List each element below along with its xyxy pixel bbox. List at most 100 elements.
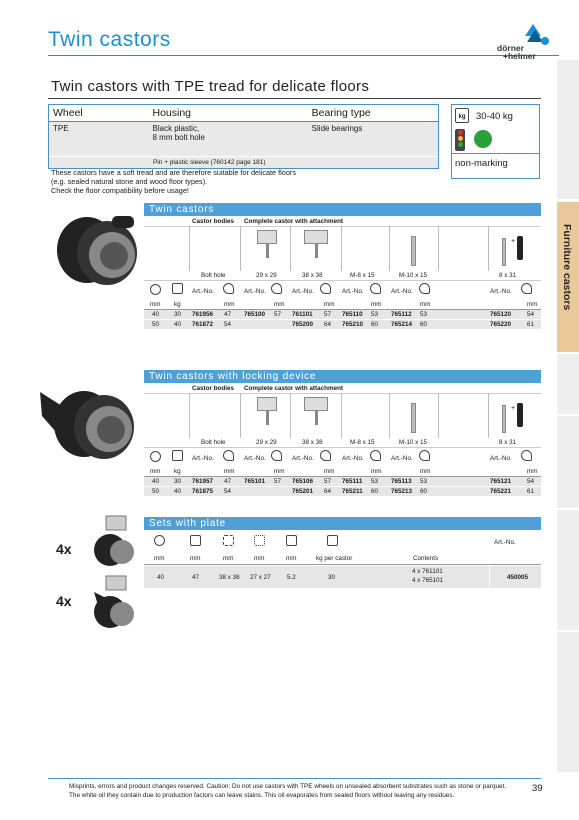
table-cell: 765111 (342, 478, 363, 485)
artno-label: Art.-No. (490, 455, 512, 462)
description: These castors have a soft tread and are … (51, 168, 296, 195)
page-number: 39 (532, 783, 543, 794)
cell-bearing: Slide bearings (311, 124, 363, 133)
load-icon (327, 535, 338, 546)
thread-stem-icon (411, 403, 416, 433)
table-cell: 765201 (292, 488, 314, 495)
cell-housing-1: Black plastic, (152, 124, 200, 133)
eco-floor-icon (474, 130, 492, 148)
table-cell: 57 (324, 478, 332, 485)
height-icon (419, 450, 430, 461)
complete-label: Complete castor with attachment (244, 218, 344, 225)
artno-label: Art.-No. (292, 288, 314, 295)
hole-pattern-icon (254, 535, 265, 546)
table-cell: 761875 (192, 488, 214, 495)
table-cell: 765220 (490, 321, 512, 328)
table-cell: 57 (274, 311, 282, 318)
table-cell: 53 (420, 478, 428, 485)
artno-label: Art.-No. (391, 288, 413, 295)
table-cell: 765121 (490, 478, 512, 485)
page-title: Twin castors (48, 28, 171, 51)
col-head: M-10 x 15 (399, 272, 427, 279)
table-cell: 40 (174, 488, 182, 495)
section-title: Twin castors (144, 203, 541, 216)
col-head: M-10 x 15 (399, 439, 427, 446)
table-cell: 60 (371, 321, 379, 328)
height-icon (419, 283, 430, 294)
sleeve-icon (517, 403, 523, 427)
sets-row (144, 566, 541, 588)
height-icon (223, 450, 234, 461)
side-tab-blank-5 (557, 632, 579, 772)
brand-logo: dörner +helmer (495, 22, 553, 60)
set-castor-image-1 (94, 515, 134, 566)
table-cell: 765213 (391, 488, 413, 495)
sleeve-icon (517, 236, 523, 260)
table-cell: 761956 (192, 311, 214, 318)
table-cell: 64 (324, 488, 332, 495)
table-cell: 765110 (342, 311, 363, 318)
bodies-label: Castor bodies (192, 385, 234, 392)
set-castor-image-2 (94, 575, 134, 628)
load-value: 30-40 kg (476, 111, 513, 122)
table-cell: 761101 (292, 311, 313, 318)
col-wheel: Wheel (53, 107, 83, 119)
plate-29-icon (257, 230, 277, 244)
col-bearing: Bearing type (311, 107, 371, 119)
table-cell: 54 (527, 311, 535, 318)
multiplier-1: 4x (56, 541, 72, 557)
height-icon (223, 283, 234, 294)
height-icon (370, 283, 381, 294)
table-cell: 765113 (391, 478, 412, 485)
table-cell: 47 (224, 478, 232, 485)
height-icon (320, 283, 331, 294)
table-cell: 40 (152, 478, 160, 485)
table-cell: 765112 (391, 311, 412, 318)
table-cell: 61 (527, 488, 535, 495)
info-box: kg 30-40 kg non-marking (451, 104, 540, 179)
col-head: Bolt hole (201, 272, 226, 279)
artno-label: Art.-No. (244, 455, 266, 462)
table-cell: 53 (420, 311, 428, 318)
height-icon (320, 450, 331, 461)
height-icon (271, 283, 282, 294)
side-tab-blank-4 (557, 510, 579, 630)
col-head: 8 x 31 (499, 272, 517, 279)
table-cell: 60 (420, 321, 428, 328)
table-cell: 60 (371, 488, 379, 495)
height-icon (271, 450, 282, 461)
marking-value: non-marking (455, 158, 508, 169)
table-cell: 765221 (490, 488, 512, 495)
table-cell: 47 (224, 311, 232, 318)
side-tab-furniture[interactable]: Furniture castors (557, 202, 579, 352)
footer-rule (48, 778, 541, 779)
pin-icon (502, 238, 506, 266)
plate-size-icon (223, 535, 234, 546)
artno-label: Art.-No. (192, 288, 214, 295)
col-head: 38 x 38 (302, 272, 323, 279)
table-cell: 53 (371, 311, 379, 318)
table-cell: 30 (174, 478, 182, 485)
table-cell: 50 (152, 488, 160, 495)
section-sets: Sets with plate Art.-No. mm mm mm mm mm … (144, 517, 541, 600)
spec-table-row: TPE Black plastic, 8 mm bolt hole Slide b… (49, 122, 438, 156)
artno-label: Art.-No. (292, 455, 314, 462)
sets-artno-label: Art.-No. (494, 539, 516, 546)
table-cell: 765210 (342, 321, 364, 328)
logo-line2: +helmer (503, 51, 536, 61)
col-head: Bolt hole (201, 439, 226, 446)
table-cell: 64 (324, 321, 332, 328)
pin-icon (502, 405, 506, 433)
wheel-dia-icon (150, 451, 161, 462)
cell-note: Pin + plastic sleeve (760142 page 181) (153, 159, 266, 166)
artno-label: Art.-No. (490, 288, 512, 295)
section-twin-castors: Twin castors Castor bodies Complete castor… (144, 203, 541, 332)
plate-38-icon (304, 230, 328, 244)
table-cell: 54 (224, 488, 232, 495)
col-head: 29 x 29 (256, 439, 277, 446)
traffic-light-icon (455, 129, 465, 151)
cell-housing-2: 8 mm bolt hole (152, 133, 205, 142)
spec-table: Wheel Housing Bearing type TPE Black pla… (48, 104, 439, 169)
side-tab-blank-2 (557, 354, 579, 414)
height-icon (190, 535, 201, 546)
